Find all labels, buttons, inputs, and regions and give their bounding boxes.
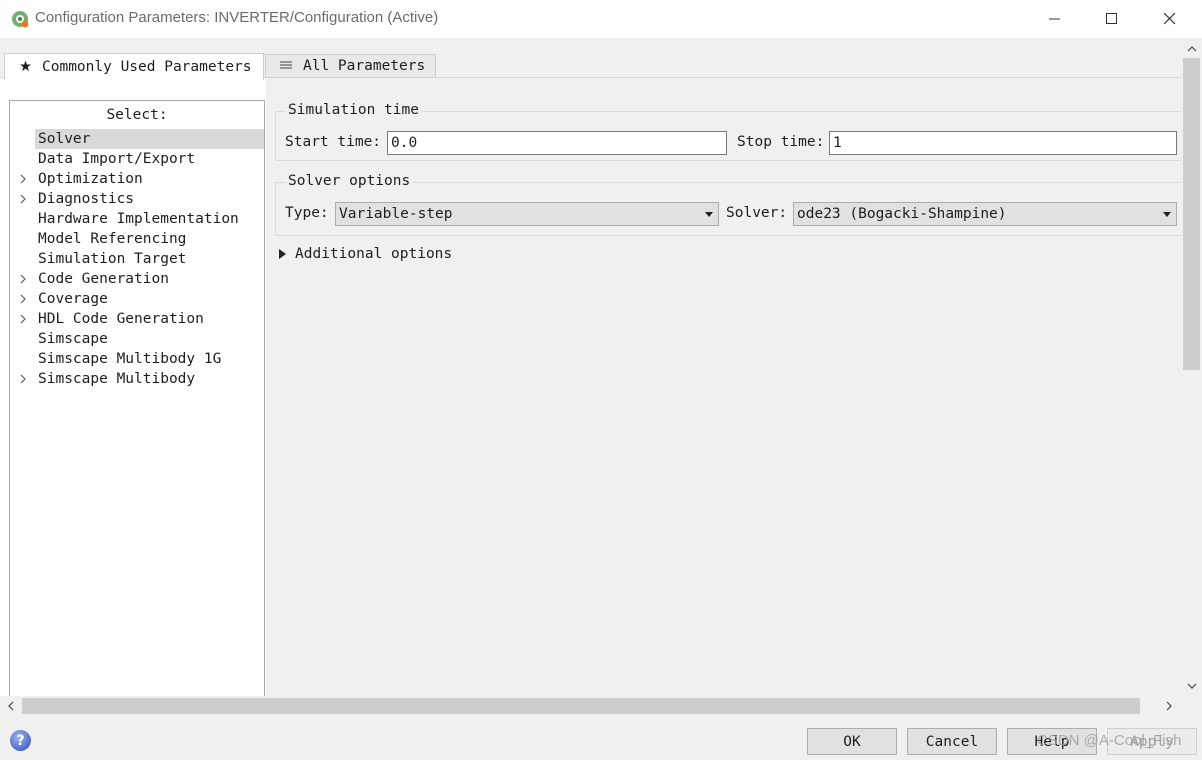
list-icon [279, 58, 293, 74]
scroll-up-icon[interactable] [1181, 40, 1202, 57]
type-label: Type: [285, 205, 329, 221]
category-tree: Select: Solver Data Import/Export Optimi… [9, 100, 265, 696]
close-button[interactable] [1141, 0, 1199, 38]
solver-select[interactable]: ode23 (Bogacki-Shampine) [793, 202, 1177, 226]
solver-options-group: Solver options Type: Variable-step Solve… [275, 173, 1181, 236]
stop-time-input[interactable] [829, 131, 1177, 155]
help-icon[interactable]: ? [10, 730, 31, 751]
tree-item-label: Model Referencing [38, 231, 187, 247]
vertical-scroll-thumb[interactable] [1183, 58, 1200, 370]
tree-item-simscape-multibody-1g[interactable]: Simscape Multibody 1G [10, 349, 264, 369]
tree-item-optimization[interactable]: Optimization [10, 169, 264, 189]
chevron-right-icon[interactable] [18, 294, 28, 304]
button-bar: ? OK Cancel Help Apply CSDN @A-Cool_Fish [0, 716, 1202, 760]
scroll-right-icon[interactable] [1159, 696, 1179, 716]
tree-list: Solver Data Import/Export Optimization D… [10, 129, 264, 389]
additional-options-toggle[interactable]: Additional options [279, 246, 452, 262]
vertical-scrollbar[interactable] [1181, 40, 1202, 696]
tree-item-label: Simscape [38, 331, 108, 347]
window-title: Configuration Parameters: INVERTER/Confi… [35, 9, 439, 26]
chevron-right-icon[interactable] [18, 194, 28, 204]
tree-item-label: Diagnostics [38, 191, 135, 207]
scroll-left-icon[interactable] [0, 696, 20, 716]
tree-item-diagnostics[interactable]: Diagnostics [10, 189, 264, 209]
tree-item-label: Coverage [38, 291, 108, 307]
start-time-input[interactable] [387, 131, 727, 155]
group-title: Simulation time [286, 102, 421, 118]
close-icon [1164, 13, 1176, 25]
tree-item-label: Hardware Implementation [38, 211, 239, 227]
tree-item-label: Code Generation [38, 271, 169, 287]
watermark: CSDN @A-Cool_Fish [1037, 732, 1182, 749]
title-bar: Configuration Parameters: INVERTER/Confi… [0, 0, 1202, 38]
tree-item-label: Simscape Multibody [38, 371, 196, 387]
maximize-icon [1106, 13, 1117, 24]
tree-item-label: Simulation Target [38, 251, 187, 267]
chevron-right-icon[interactable] [18, 274, 28, 284]
chevron-right-icon[interactable] [18, 374, 28, 384]
group-title: Solver options [286, 173, 413, 189]
tree-item-hdl-code-generation[interactable]: HDL Code Generation [10, 309, 264, 329]
tab-all-parameters[interactable]: All Parameters [265, 54, 436, 78]
maximize-button[interactable] [1083, 0, 1141, 38]
tab-label: Commonly Used Parameters [42, 59, 252, 75]
start-time-label: Start time: [285, 134, 382, 150]
expand-triangle-icon [279, 249, 286, 259]
solver-label: Solver: [726, 205, 788, 221]
tree-item-simscape[interactable]: Simscape [10, 329, 264, 349]
simulink-config-icon [10, 9, 30, 29]
dropdown-arrow-icon [1163, 212, 1171, 217]
tree-item-label: Data Import/Export [38, 151, 196, 167]
tree-item-data-import-export[interactable]: Data Import/Export [10, 149, 264, 169]
dropdown-arrow-icon [705, 212, 713, 217]
chevron-right-icon[interactable] [18, 174, 28, 184]
tree-item-code-generation[interactable]: Code Generation [10, 269, 264, 289]
cancel-button[interactable]: Cancel [907, 728, 997, 755]
stop-time-label: Stop time: [737, 134, 825, 150]
horizontal-scrollbar[interactable] [0, 696, 1181, 716]
tree-item-hardware-implementation[interactable]: Hardware Implementation [10, 209, 264, 229]
tree-item-model-referencing[interactable]: Model Referencing [10, 229, 264, 249]
type-select[interactable]: Variable-step [335, 202, 719, 226]
tree-item-label: Simscape Multibody 1G [38, 351, 222, 367]
tree-item-label: Solver [38, 131, 91, 147]
tree-item-label: HDL Code Generation [38, 311, 204, 327]
tree-item-solver[interactable]: Solver [10, 129, 264, 149]
tab-label: All Parameters [303, 58, 426, 74]
solver-select-value: ode23 (Bogacki-Shampine) [797, 206, 1007, 222]
additional-options-label: Additional options [295, 246, 453, 262]
tree-item-simscape-multibody[interactable]: Simscape Multibody [10, 369, 264, 389]
tree-item-label: Optimization [38, 171, 143, 187]
type-select-value: Variable-step [339, 206, 453, 222]
ok-button[interactable]: OK [807, 728, 897, 755]
horizontal-scroll-thumb[interactable] [22, 698, 1140, 714]
tree-item-simulation-target[interactable]: Simulation Target [10, 249, 264, 269]
tree-header: Select: [106, 107, 168, 123]
minimize-icon [1049, 18, 1060, 20]
chevron-right-icon[interactable] [18, 314, 28, 324]
parameters-pane: Simulation time Start time: Stop time: S… [266, 78, 1181, 696]
star-icon: ★ [19, 59, 32, 75]
scroll-down-icon[interactable] [1181, 678, 1202, 695]
simulation-time-group: Simulation time Start time: Stop time: [275, 102, 1181, 161]
content-area: Select: Solver Data Import/Export Optimi… [0, 78, 1181, 696]
minimize-button[interactable] [1026, 0, 1084, 38]
tab-commonly-used-parameters[interactable]: ★ Commonly Used Parameters [4, 53, 264, 80]
tree-item-coverage[interactable]: Coverage [10, 289, 264, 309]
